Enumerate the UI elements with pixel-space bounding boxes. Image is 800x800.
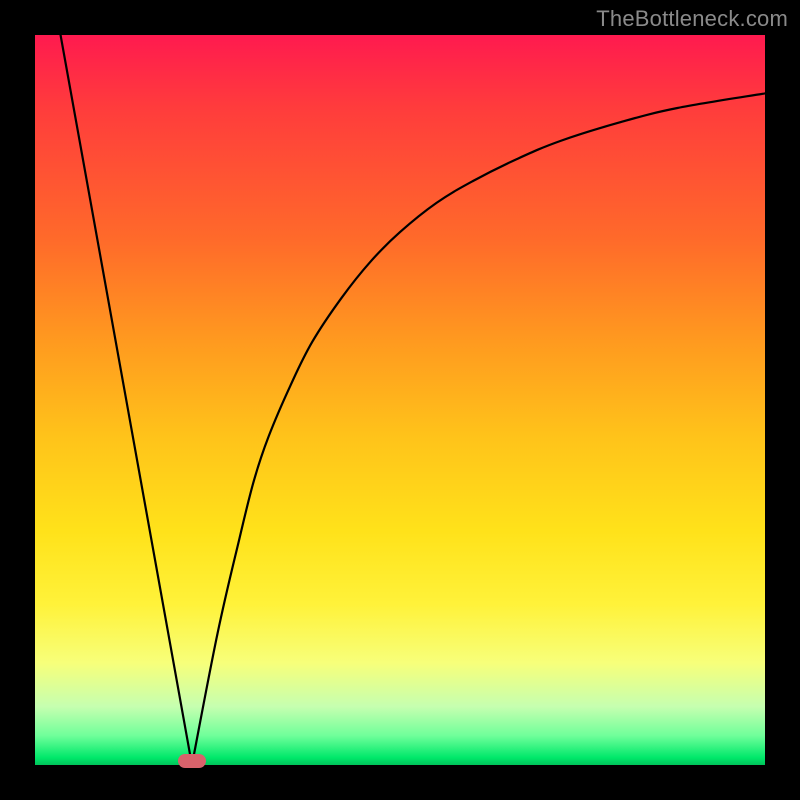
plot-area (35, 35, 765, 765)
bottleneck-marker (178, 754, 206, 768)
chart-frame: TheBottleneck.com (0, 0, 800, 800)
chart-curve (35, 35, 765, 765)
watermark-text: TheBottleneck.com (596, 6, 788, 32)
